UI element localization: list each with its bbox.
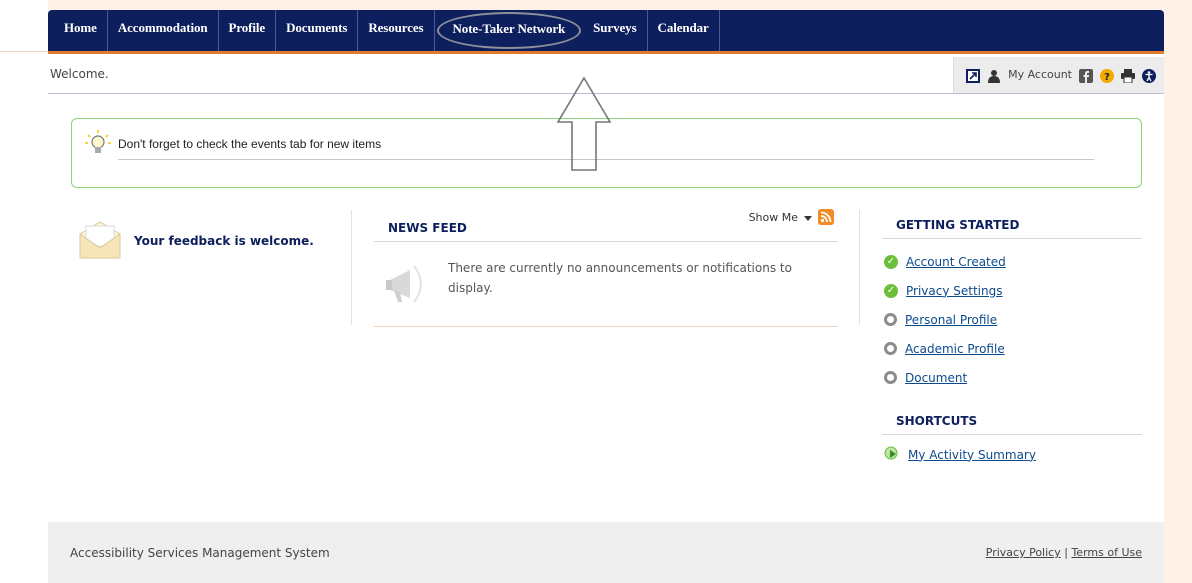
show-me-label: Show Me — [748, 210, 798, 224]
document-link[interactable]: Document — [905, 371, 967, 385]
nav-home[interactable]: Home — [54, 10, 108, 51]
personal-profile-link[interactable]: Personal Profile — [905, 313, 997, 327]
nav-resources[interactable]: Resources — [358, 10, 435, 51]
footer: Accessibility Services Management System… — [48, 522, 1164, 583]
feedback-block[interactable]: Your feedback is welcome. — [78, 220, 314, 264]
nav-surveys[interactable]: Surveys — [583, 10, 648, 51]
user-icon — [987, 68, 1001, 83]
print-icon[interactable] — [1121, 68, 1135, 83]
facebook-icon[interactable] — [1079, 68, 1093, 83]
check-circle-icon: ✓ — [884, 283, 898, 298]
news-feed: NEWS FEED Show Me There are currently no… — [374, 209, 838, 327]
shortcuts-title: SHORTCUTS — [882, 408, 1142, 435]
list-item: ✓ Privacy Settings — [884, 276, 1142, 305]
footer-links: Privacy Policy | Terms of Use — [986, 546, 1142, 559]
news-feed-body: There are currently no announcements or … — [374, 242, 838, 327]
news-feed-title: NEWS FEED — [388, 221, 467, 235]
megaphone-icon — [384, 262, 430, 310]
tip-text: Don't forget to check the events tab for… — [118, 137, 382, 151]
main-nav: Home Accommodation Profile Documents Res… — [48, 10, 1164, 54]
list-item: Document — [884, 363, 1142, 392]
caret-down-icon — [804, 211, 812, 224]
empty-circle-icon — [884, 313, 897, 326]
my-account-link[interactable]: My Account — [1008, 68, 1072, 81]
check-circle-icon: ✓ — [884, 254, 898, 269]
list-item: Personal Profile — [884, 305, 1142, 334]
no-announcements-message: There are currently no announcements or … — [448, 261, 792, 295]
external-link-icon[interactable] — [966, 68, 981, 83]
list-item: Academic Profile — [884, 334, 1142, 363]
nav-note-taker-network[interactable]: Note-Taker Network — [436, 12, 582, 49]
help-icon[interactable]: ? — [1100, 68, 1114, 83]
column-divider — [859, 210, 860, 325]
shortcut-item: My Activity Summary — [882, 445, 1142, 464]
svg-text:?: ? — [1104, 72, 1110, 83]
feedback-text: Your feedback is welcome. — [134, 234, 314, 248]
footer-separator: | — [1064, 546, 1068, 559]
news-feed-header: NEWS FEED Show Me — [374, 209, 838, 242]
accessibility-icon[interactable] — [1142, 68, 1156, 83]
academic-profile-link[interactable]: Academic Profile — [905, 342, 1005, 356]
welcome-text: Welcome. — [50, 66, 109, 81]
account-created-link[interactable]: Account Created — [906, 255, 1006, 269]
rss-icon[interactable] — [818, 209, 834, 225]
nav-documents[interactable]: Documents — [276, 10, 359, 51]
nav-calendar[interactable]: Calendar — [648, 10, 720, 51]
footer-system-name: Accessibility Services Management System — [70, 545, 330, 560]
column-divider — [351, 210, 352, 325]
getting-started-list: ✓ Account Created ✓ Privacy Settings Per… — [882, 247, 1142, 392]
empty-circle-icon — [884, 342, 897, 355]
left-strip — [0, 0, 48, 583]
account-toolbar: My Account ? — [953, 56, 1164, 93]
up-arrow-annotation — [556, 76, 612, 176]
lightbulb-icon — [84, 129, 112, 161]
getting-started-title: GETTING STARTED — [882, 210, 1142, 239]
nav-profile[interactable]: Profile — [219, 10, 277, 51]
terms-of-use-link[interactable]: Terms of Use — [1071, 546, 1142, 559]
empty-circle-icon — [884, 371, 897, 384]
go-arrow-icon — [884, 445, 900, 464]
privacy-settings-link[interactable]: Privacy Settings — [906, 284, 1002, 298]
page: Home Accommodation Profile Documents Res… — [48, 10, 1164, 583]
getting-started-panel: GETTING STARTED ✓ Account Created ✓ Priv… — [882, 210, 1142, 464]
show-me-dropdown[interactable]: Show Me — [749, 209, 834, 225]
list-item: ✓ Account Created — [884, 247, 1142, 276]
my-activity-summary-link[interactable]: My Activity Summary — [908, 448, 1036, 462]
nav-accommodation[interactable]: Accommodation — [108, 10, 219, 51]
privacy-policy-link[interactable]: Privacy Policy — [986, 546, 1061, 559]
envelope-icon — [78, 220, 122, 264]
